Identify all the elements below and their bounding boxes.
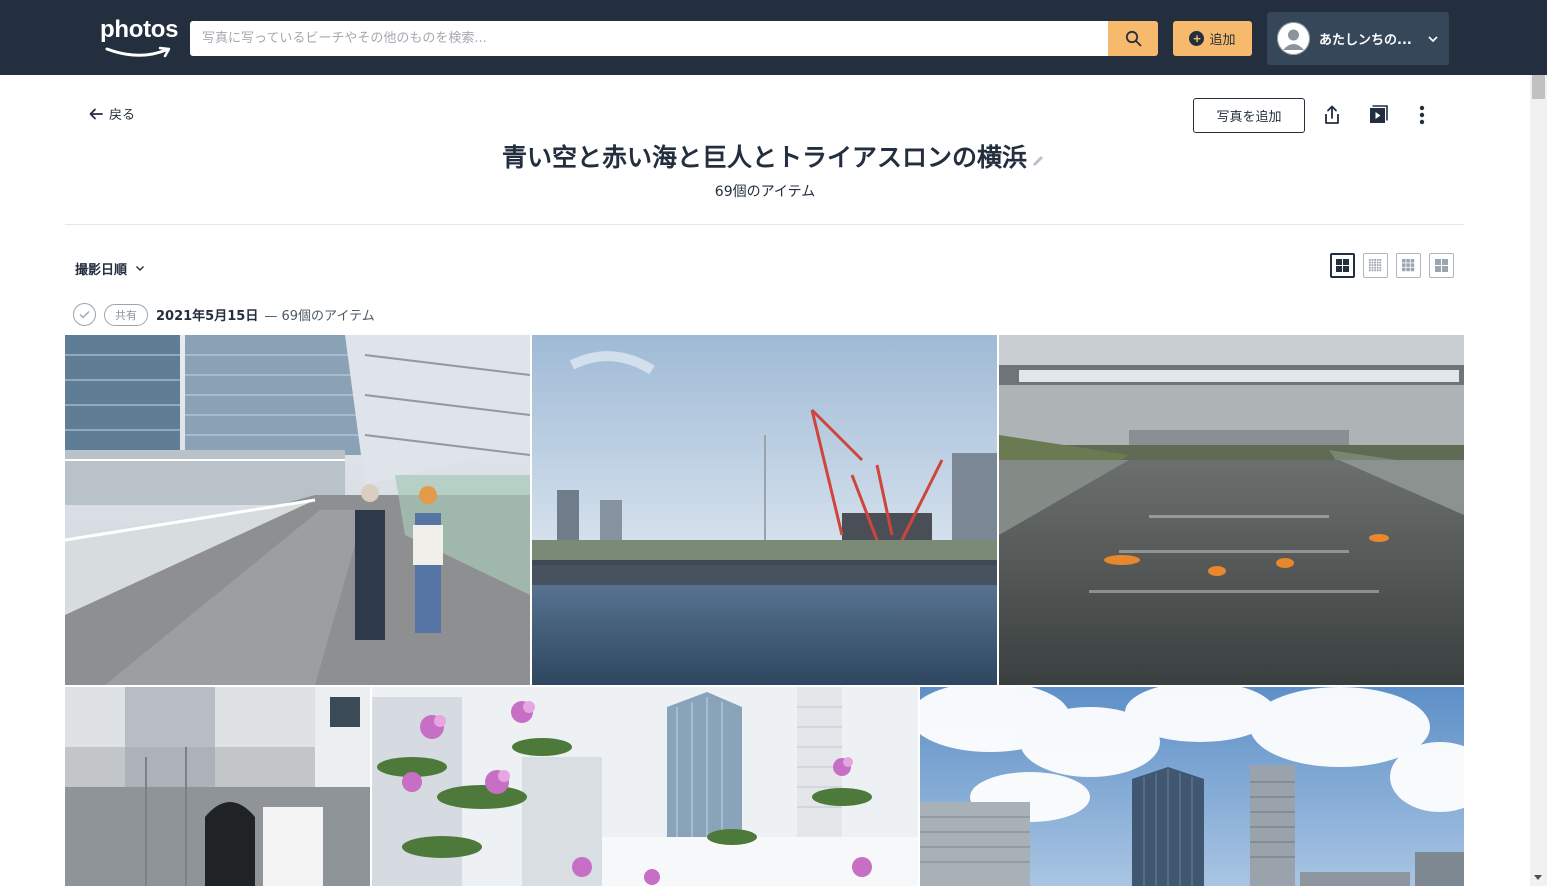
view-square-grid-button[interactable] [1429,253,1454,278]
avatar [1277,22,1310,55]
photo-window-reflection-image [65,687,370,886]
photo-window-reflection[interactable] [65,687,370,886]
back-button[interactable]: 戻る [89,104,135,123]
add-button-label: 追加 [1209,33,1236,48]
view-square-grid-icon [1435,259,1448,272]
logo-text: photos [100,16,179,43]
view-medium-grid-icon [1402,259,1415,272]
photo-river-cranes[interactable] [532,335,997,685]
item-count: 69個のアイテム [714,184,816,200]
photo-skywalk-couple-image [65,335,530,685]
user-icon [1277,22,1310,55]
more-options-button[interactable] [1410,103,1434,127]
search-icon [1125,30,1141,47]
photo-skywalk-couple[interactable] [65,335,530,685]
photo-towers-sky[interactable] [920,687,1464,886]
scroll-down-arrow-icon[interactable] [1534,875,1542,880]
scrollbar[interactable] [1530,75,1547,886]
share-icon [1325,105,1339,124]
photo-flowers-towers-image [372,687,918,886]
edit-pencil-icon[interactable] [1031,145,1045,174]
share-button[interactable] [1320,103,1344,127]
sort-dropdown[interactable]: 撮影日順 [75,259,145,278]
view-medium-grid-button[interactable] [1396,253,1421,278]
photo-flowers-towers[interactable] [372,687,918,886]
view-small-grid-button[interactable] [1363,253,1388,278]
search-input[interactable] [190,21,1108,56]
account-name: あたしンちの... [1319,33,1412,48]
slideshow-button[interactable] [1366,103,1390,127]
search-button[interactable] [1108,21,1158,56]
sort-label: 撮影日順 [75,263,128,278]
view-mode-switcher [1330,253,1454,278]
chevron-down-icon [1428,35,1438,42]
photo-towers-sky-image [920,687,1464,886]
group-date: 2021年5月15日 [156,309,259,324]
chevron-down-icon [136,266,145,271]
scroll-thumb[interactable] [1532,75,1545,99]
group-count: — 69個のアイテム [264,309,375,324]
slideshow-icon [1370,105,1388,123]
photo-canal-kayaks-image [999,335,1464,685]
date-group-header: 共有 2021年5月15日 — 69個のアイテム [73,303,375,326]
add-button[interactable]: + 追加 [1173,21,1252,56]
divider [65,224,1464,225]
back-label: 戻る [109,108,136,123]
select-group-checkbox[interactable] [73,303,96,326]
view-large-grid-button[interactable] [1330,253,1355,278]
arrow-left-icon [89,108,103,119]
more-options-icon [1419,105,1425,125]
view-large-grid-icon [1336,259,1349,272]
plus-icon: + [1189,31,1205,46]
checkmark-icon [79,311,90,319]
album-title[interactable]: 青い空と赤い海と巨人とトライアスロンの横浜 [0,138,1547,174]
photo-river-cranes-image [532,335,997,685]
share-group-button[interactable]: 共有 [104,303,148,326]
amazon-photos-logo[interactable]: photos [100,16,180,62]
add-photos-button[interactable]: 写真を追加 [1193,98,1305,133]
top-bar: photos + 追加 あたしンちの... [0,0,1547,75]
album-title-text: 青い空と赤い海と巨人とトライアスロンの横浜 [501,143,1027,172]
account-menu[interactable]: あたしンちの... [1267,12,1449,65]
search-box [190,21,1108,56]
smile-arrow-icon [105,46,171,58]
view-small-grid-icon [1369,259,1382,272]
photo-canal-kayaks[interactable] [999,335,1464,685]
